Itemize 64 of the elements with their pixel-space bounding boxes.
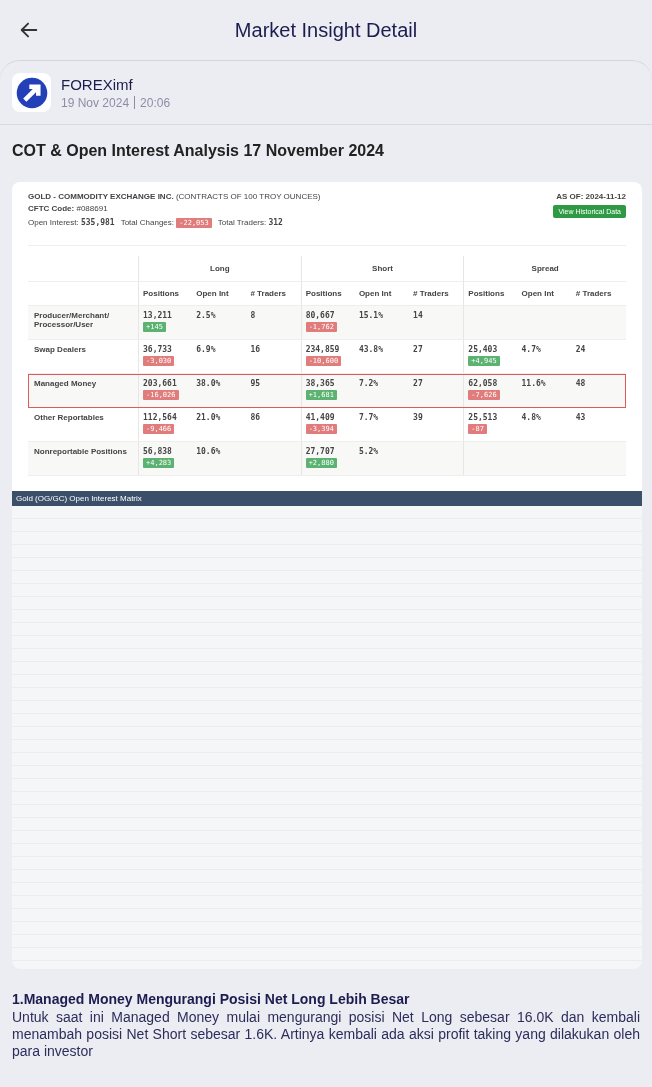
table-cell-text: 43 [575, 413, 587, 422]
table-cell-text: 16 [250, 345, 262, 354]
table-cell-text: 36,733 [143, 345, 173, 354]
table-cell-text: 15.1% [358, 311, 384, 320]
commodity-title: GOLD - COMMODITY EXCHANGE INC. [28, 192, 174, 201]
author-name: FOREXimf [61, 75, 134, 93]
table-cell-text: 38,365 [305, 379, 336, 388]
table-cell-text: 41,409 [305, 413, 336, 422]
table-cell-text: 48 [575, 379, 587, 388]
table-cell-text: 203,661 [143, 379, 178, 388]
table-cell-text: 24 [575, 345, 587, 354]
table-cell-text: 38.0% [196, 379, 222, 388]
table-cell-text: 8 [250, 311, 257, 320]
row-label: Nonreportable Positions [33, 446, 128, 458]
row-label: Other Reportables [33, 412, 105, 424]
table-cell-text: 7.7% [358, 413, 380, 422]
table-cell-text: 112,564 [143, 413, 178, 422]
group-header: Long [138, 256, 301, 282]
cftc-code: #088691 [76, 204, 108, 213]
row-label: Managed Money [33, 378, 98, 390]
table-cell-text: 4.7% [521, 345, 542, 354]
table-cell-text: 25,403 [468, 345, 499, 354]
post-time: 20:06 [140, 95, 171, 110]
table-cell-text: 21.0% [196, 413, 222, 422]
table-cell-text: 5.2% [358, 447, 380, 456]
section-body: Untuk saat ini Managed Money mulai mengurangi posisi Net Long sebesar 16.0K dan kembali menambah posisi Net Short sebesar 1.6K. Artinya kembali ada aksi profit taking yang dilakukan oleh para investor [12, 1009, 640, 1060]
row-label: Swap Dealers [33, 344, 88, 356]
section-heading: 1.Managed Money Mengurangi Posisi Net Long Lebih Besar [12, 991, 411, 1007]
table-cell-text: 56,838 [143, 447, 173, 456]
open-interest-label: Open Interest: [28, 218, 79, 227]
table-cell-text: 6.9% [196, 345, 217, 354]
table-cell-text: 11.6% [521, 379, 547, 388]
table-cell-text: 27 [413, 379, 424, 388]
table-cell-text: 62,058 [468, 379, 499, 388]
open-interest-value: 535,981 [80, 218, 115, 227]
table-cell-text: 13,211 [143, 311, 173, 320]
table-cell-text: 7.2% [358, 379, 380, 388]
table-cell-text: 27 [413, 345, 424, 354]
total-traders-value: 312 [268, 218, 283, 227]
table-cell-text: 27,707 [305, 447, 336, 456]
logo-icon [12, 73, 51, 112]
group-header: Short [300, 256, 464, 282]
table-cell-text: 39 [413, 413, 424, 422]
row-label: Producer/Merchant/ Processor/User [33, 310, 111, 331]
table-cell-text: 95 [250, 379, 262, 388]
table-cell-text: 2.5% [196, 311, 217, 320]
table-cell-text: 25,513 [468, 413, 499, 422]
page-title: Market Insight Detail [234, 18, 418, 42]
table-cell-text: 10.6% [196, 447, 222, 456]
table-cell-text: 14 [413, 311, 424, 320]
matrix-title: Gold (OG/GC) Open Interest Matrix [12, 491, 642, 506]
total-traders-label: Total Traders: [217, 218, 267, 227]
post-date: 19 Nov 2024 [61, 95, 130, 110]
total-changes-label: Total Changes: [120, 218, 175, 227]
table-cell-text: 43.8% [358, 345, 384, 354]
table-cell-text: 86 [250, 413, 262, 422]
table-cell-text: 80,667 [305, 311, 336, 320]
cftc-label: CFTC Code: [28, 204, 75, 213]
as-of-date: AS OF: 2024-11-12 [556, 192, 626, 201]
article-title: COT & Open Interest Analysis 17 November 2024 [11, 141, 385, 161]
contract-size: (CONTRACTS OF 100 TROY OUNCES) [175, 192, 321, 201]
group-header: Spread [463, 256, 626, 282]
table-cell-text: 4.8% [521, 413, 542, 422]
table-cell-text: 234,859 [305, 345, 341, 354]
